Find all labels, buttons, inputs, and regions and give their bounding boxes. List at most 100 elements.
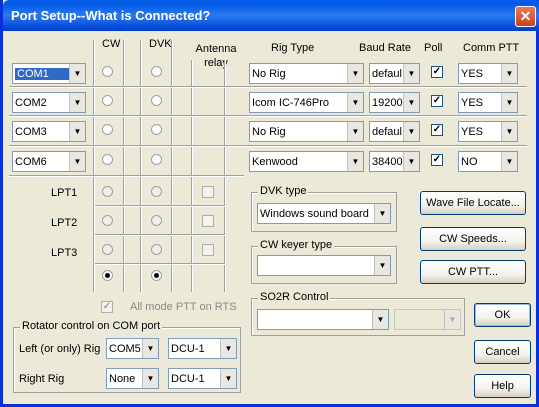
baud-rate-select-4[interactable]: 38400 ▼ [369,151,420,172]
cw-keyer-type-title: CW keyer type [258,239,335,251]
comm-ptt-select-4[interactable]: NO ▼ [458,151,518,172]
poll-checkbox-2[interactable]: ✓ [431,95,443,107]
dvk-radio-lpt3[interactable] [151,244,162,255]
cw-radio-lpt2[interactable] [102,215,113,226]
chevron-down-icon[interactable]: ▼ [347,64,363,83]
help-button[interactable]: Help [474,374,531,398]
lpt1-label: LPT1 [51,187,78,199]
cw-keyer-type-select[interactable]: ▼ [257,255,391,276]
header-antenna-relay: Antenna relay [195,43,237,69]
cw-radio-lpt3[interactable] [102,244,113,255]
lpt3-label: LPT3 [51,247,78,259]
baud-rate-value: 19200 [372,96,403,109]
chevron-down-icon[interactable]: ▼ [501,122,517,141]
cw-ptt-button[interactable]: CW PTT... [420,260,526,284]
left-rig-rotator-select[interactable]: DCU-1 ▼ [168,338,237,359]
chevron-down-icon[interactable]: ▼ [374,204,390,223]
row-divider [9,86,527,88]
com-port-select-3[interactable]: COM3 ▼ [12,121,86,142]
window-title: Port Setup--What is Connected? [11,8,211,23]
chevron-down-icon[interactable]: ▼ [444,310,460,329]
all-mode-ptt-label: All mode PTT on RTS [130,301,237,313]
baud-rate-select-3[interactable]: defaul ▼ [369,121,420,142]
com-port-select-4[interactable]: COM6 ▼ [12,151,86,172]
baud-rate-select-2[interactable]: 19200 ▼ [369,92,420,113]
cw-radio-com6[interactable] [102,154,113,165]
dvk-radio-com1[interactable] [151,66,162,77]
dvk-type-value: Windows sound board [260,207,369,220]
chevron-down-icon[interactable]: ▼ [69,64,85,83]
dvk-radio-com3[interactable] [151,124,162,135]
chevron-down-icon[interactable]: ▼ [69,152,85,171]
antenna-relay-checkbox-lpt3[interactable] [202,244,214,256]
rig-type-select-1[interactable]: No Rig ▼ [249,63,364,84]
chevron-down-icon[interactable]: ▼ [501,152,517,171]
antenna-relay-checkbox-lpt2[interactable] [202,215,214,227]
com-port-select-1[interactable]: COM1 ▼ [12,63,86,84]
row-divider [9,115,527,117]
comm-ptt-select-1[interactable]: YES ▼ [458,63,518,84]
poll-checkbox-1[interactable]: ✓ [431,66,443,78]
chevron-down-icon[interactable]: ▼ [220,369,236,388]
chevron-down-icon[interactable]: ▼ [403,152,419,171]
baud-rate-value: defaul [372,125,402,138]
com-port-select-2[interactable]: COM2 ▼ [12,92,86,113]
chevron-down-icon[interactable]: ▼ [372,310,388,329]
comm-ptt-select-3[interactable]: YES ▼ [458,121,518,142]
dvk-radio-lpt2[interactable] [151,215,162,226]
chevron-down-icon[interactable]: ▼ [501,64,517,83]
rig-type-value: Kenwood [252,155,298,168]
so2r-secondary-select[interactable]: ▼ [394,309,461,330]
column-divider [93,40,95,292]
right-rig-port-select[interactable]: None ▼ [106,368,159,389]
lpt2-label: LPT2 [51,217,78,229]
com-port-value: COM3 [15,125,47,138]
baud-rate-select-1[interactable]: defaul ▼ [369,63,420,84]
rig-type-select-3[interactable]: No Rig ▼ [249,121,364,142]
poll-checkbox-3[interactable]: ✓ [431,124,443,136]
chevron-down-icon[interactable]: ▼ [69,93,85,112]
cw-radio-com3[interactable] [102,124,113,135]
cw-speeds-button[interactable]: CW Speeds... [420,227,526,251]
dvk-radio-com6[interactable] [151,154,162,165]
cw-radio-lpt1[interactable] [102,186,113,197]
chevron-down-icon[interactable]: ▼ [403,122,419,141]
cw-radio-com1[interactable] [102,66,113,77]
ok-button[interactable]: OK [474,303,531,327]
chevron-down-icon[interactable]: ▼ [501,93,517,112]
chevron-down-icon[interactable]: ▼ [403,93,419,112]
chevron-down-icon[interactable]: ▼ [347,152,363,171]
chevron-down-icon[interactable]: ▼ [347,93,363,112]
close-icon[interactable]: ✕ [515,6,536,27]
chevron-down-icon[interactable]: ▼ [347,122,363,141]
dvk-type-select[interactable]: Windows sound board ▼ [257,203,391,224]
chevron-down-icon[interactable]: ▼ [142,339,158,358]
cw-radio-com2[interactable] [102,95,113,106]
poll-checkbox-4[interactable]: ✓ [431,154,443,166]
rig-type-select-2[interactable]: Icom IC-746Pro ▼ [249,92,364,113]
chevron-down-icon[interactable]: ▼ [142,369,158,388]
chevron-down-icon[interactable]: ▼ [403,64,419,83]
row-divider [95,234,225,236]
header-cw: CW [102,38,121,50]
cancel-button[interactable]: Cancel [474,340,531,364]
wave-file-locate-button[interactable]: Wave File Locate... [420,191,526,215]
row-divider [9,145,527,147]
dvk-radio-com2[interactable] [151,95,162,106]
right-rig-rotator-select[interactable]: DCU-1 ▼ [168,368,237,389]
left-rig-port-select[interactable]: COM5 ▼ [106,338,159,359]
header-comm-ptt: Comm PTT [463,42,520,54]
chevron-down-icon[interactable]: ▼ [69,122,85,141]
chevron-down-icon[interactable]: ▼ [374,256,390,275]
com-port-value: COM1 [15,67,69,80]
so2r-control-select[interactable]: ▼ [257,309,389,330]
cw-radio-none[interactable] [102,270,113,281]
comm-ptt-value: NO [461,155,478,168]
all-mode-ptt-checkbox[interactable]: ✓ [101,301,113,313]
chevron-down-icon[interactable]: ▼ [220,339,236,358]
comm-ptt-select-2[interactable]: YES ▼ [458,92,518,113]
dvk-radio-lpt1[interactable] [151,186,162,197]
dvk-radio-none[interactable] [151,270,162,281]
rig-type-select-4[interactable]: Kenwood ▼ [249,151,364,172]
antenna-relay-checkbox-lpt1[interactable] [202,186,214,198]
